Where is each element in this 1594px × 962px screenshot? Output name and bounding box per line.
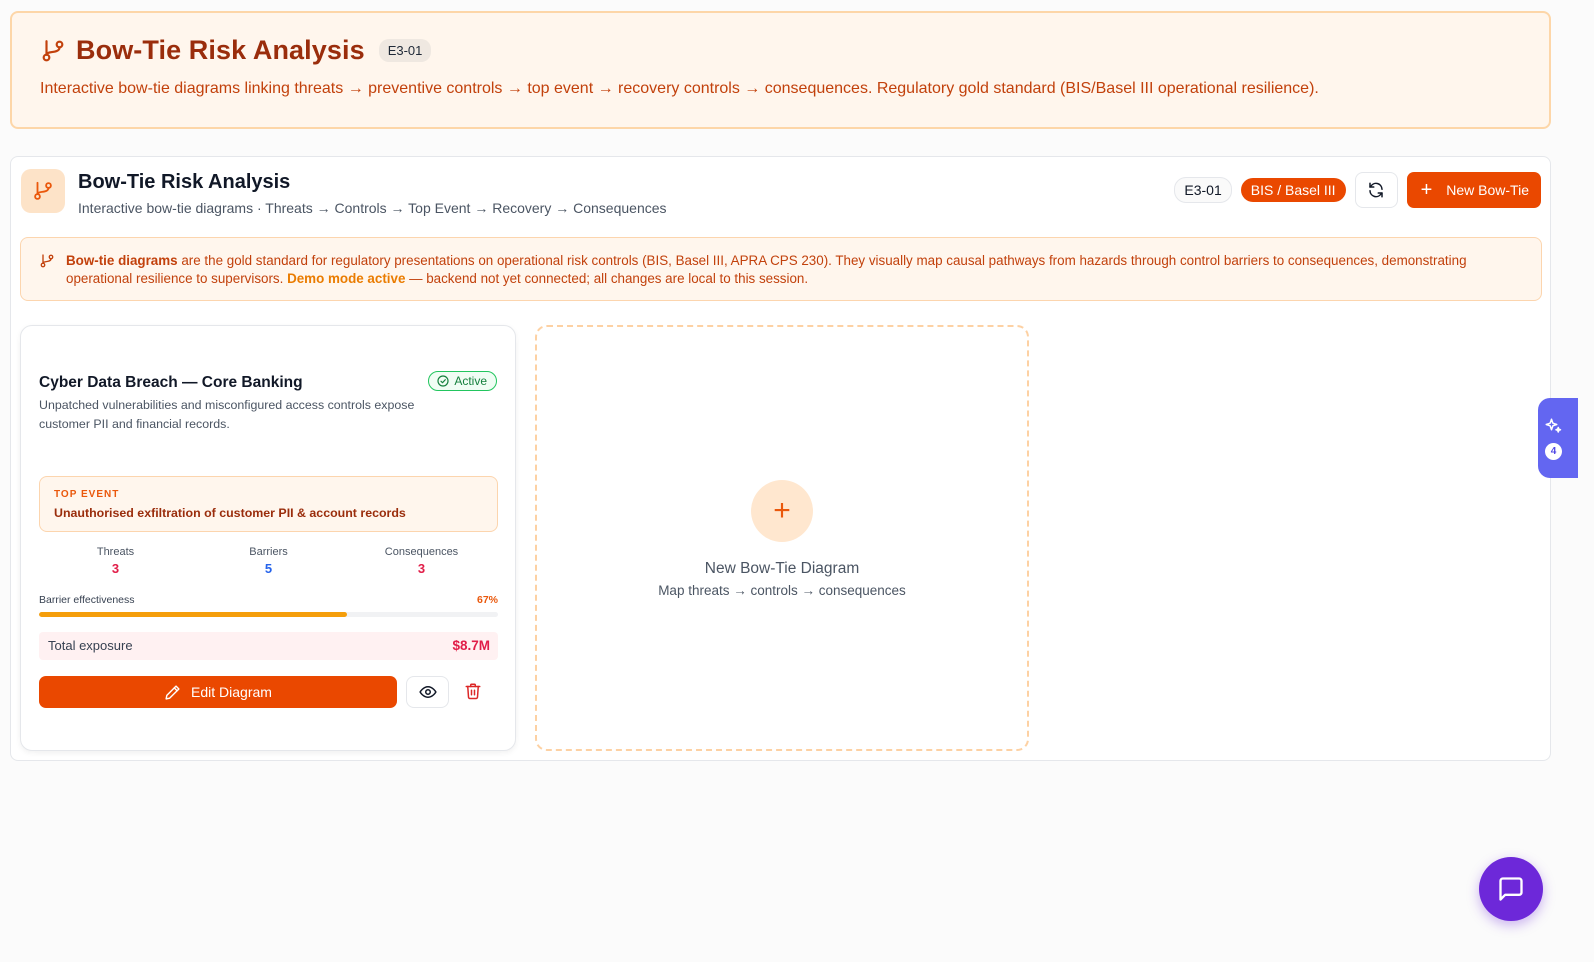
check-circle-icon [437,375,449,387]
status-badge: Active [428,371,497,391]
trash-icon [465,683,481,700]
bowtie-card[interactable]: Cyber Data Breach — Core Banking Active … [20,325,516,751]
info-lead: Bow-tie diagrams [66,253,178,268]
chat-icon [1499,877,1523,901]
code-pill: E3-01 [1174,177,1232,203]
new-bowtie-card[interactable]: + New Bow-Tie Diagram Map threats → cont… [535,325,1029,751]
stat-label: Barriers [249,546,288,558]
plus-icon: + [1420,179,1433,201]
chat-button[interactable] [1479,857,1543,921]
barrier-effectiveness-label: Barrier effectiveness [39,594,135,606]
git-branch-icon [42,39,64,61]
barrier-progress-track [39,612,498,617]
ai-count-badge: 4 [1545,443,1562,460]
standard-pill: BIS / Basel III [1240,178,1346,202]
new-bowtie-button[interactable]: + New Bow-Tie [1406,172,1541,208]
stat-label: Consequences [384,546,459,558]
status-label: Active [454,374,487,388]
stat-consequences: Consequences 3 [345,546,498,576]
new-bowtie-title: New Bow-Tie Diagram [704,560,860,577]
eye-icon [418,686,437,698]
info-banner: Bow-tie diagrams are the gold standard f… [20,237,1542,301]
barrier-effectiveness-value: 67% [476,594,498,606]
stat-threats: Threats 3 [39,546,192,576]
barrier-progress-fill [39,612,347,617]
info-text: Bow-tie diagrams are the gold standard f… [66,252,1526,288]
stat-value: 3 [111,561,120,576]
total-exposure-row: Total exposure $8.7M [39,632,498,660]
demo-mode-label: Demo mode active [287,271,406,286]
page-hero: Bow-Tie Risk Analysis E3-01 Interactive … [10,11,1551,129]
panel-subtitle: Interactive bow-tie diagrams · Threats →… [78,200,667,216]
module-code-badge: E3-01 [378,39,432,62]
refresh-icon [1369,182,1383,198]
barrier-effectiveness-row: Barrier effectiveness 67% [39,594,498,606]
page-title: Bow-Tie Risk Analysis [76,35,365,65]
page-description: Interactive bow-tie diagrams linking thr… [40,80,1319,97]
pencil-icon [165,684,180,700]
exposure-label: Total exposure [48,638,133,653]
panel-icon [21,169,65,213]
view-diagram-button[interactable] [406,676,449,708]
delete-diagram-button[interactable] [464,682,482,705]
card-title: Cyber Data Breach — Core Banking [39,374,303,391]
refresh-button[interactable] [1354,172,1398,208]
card-stats: Threats 3 Barriers 5 Consequences 3 [39,546,498,576]
stat-value: 3 [417,561,426,576]
stat-value: 5 [264,561,273,576]
top-event-box: TOP EVENT Unauthorised exfiltration of c… [39,476,498,532]
git-branch-icon [34,181,52,200]
demo-mode-tail: — backend not yet connected; all changes… [405,271,809,286]
bowtie-panel: Bow-Tie Risk Analysis Interactive bow-ti… [10,156,1551,761]
panel-title: Bow-Tie Risk Analysis [78,171,291,193]
stat-label: Threats [96,546,135,558]
header-actions: E3-01 BIS / Basel III + New Bow-Tie [1174,172,1541,208]
stat-barriers: Barriers 5 [192,546,345,576]
git-branch-icon [40,254,54,268]
top-event-value: Unauthorised exfiltration of customer PI… [54,506,406,520]
edit-diagram-label: Edit Diagram [191,684,272,700]
top-event-label: TOP EVENT [54,489,120,500]
sparkles-icon [1545,418,1562,433]
new-bowtie-subtitle: Map threats → controls → consequences [658,583,906,598]
ai-assistant-tab[interactable]: 4 [1538,398,1578,478]
card-description: Unpatched vulnerabilities and misconfigu… [39,398,415,431]
hero-title-row: Bow-Tie Risk Analysis E3-01 [40,35,432,66]
edit-diagram-button[interactable]: Edit Diagram [39,676,397,708]
plus-icon: + [751,480,813,542]
exposure-value: $8.7M [452,638,490,653]
new-bowtie-label: New Bow-Tie [1446,182,1529,198]
